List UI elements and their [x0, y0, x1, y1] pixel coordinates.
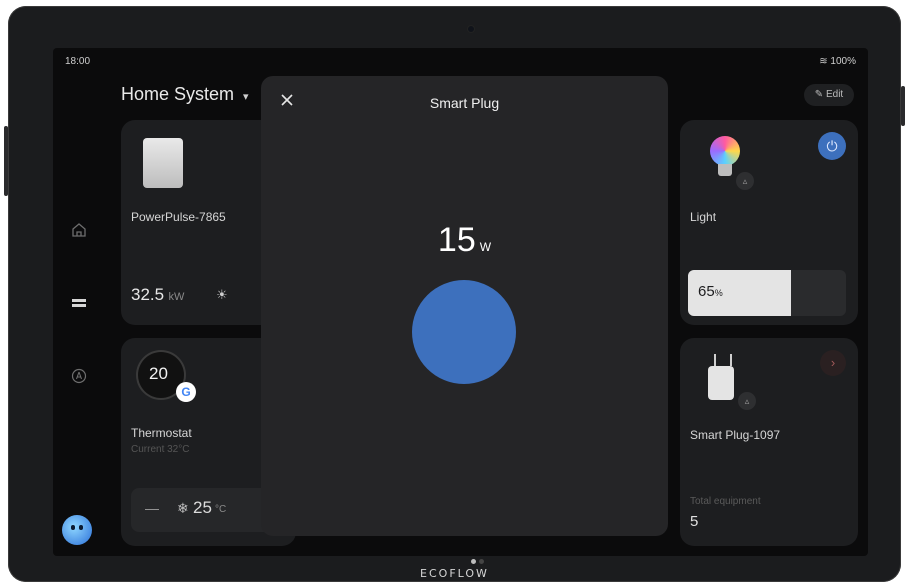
brightness-readout: 65% [698, 283, 723, 300]
total-equipment-value: 5 [690, 513, 699, 530]
powerpulse-power: 32.5 kW [131, 285, 184, 305]
chevron-right-button[interactable]: › [820, 350, 846, 376]
status-bar-right: ≋ 100% [819, 56, 856, 67]
smart-plug-card[interactable]: ▵ › Smart Plug-1097 Total equipment 5 [680, 338, 858, 546]
chevron-down-icon: ▾ [243, 91, 249, 103]
chevron-right-icon: › [830, 355, 836, 370]
modal-title: Smart Plug [429, 95, 500, 111]
power-icon: ⏻ [826, 138, 838, 154]
google-icon: G [176, 382, 196, 402]
battery-percent: 100% [830, 56, 856, 67]
edit-label: Edit [825, 89, 844, 100]
page-title: Home System [121, 84, 235, 104]
pencil-icon: ✎ [814, 89, 824, 100]
plug-image [708, 366, 734, 400]
brand-logo: ECOFLOW [420, 567, 489, 580]
side-button-right [901, 86, 905, 126]
wifi-icon: ≋ [819, 56, 828, 67]
smart-plug-modal: Smart Plug 15 W [261, 76, 668, 536]
brightness-slider[interactable]: 65% [688, 270, 846, 316]
set-temp: 25 [193, 498, 212, 517]
devices-icon[interactable] [71, 295, 87, 311]
thermostat-temp: 20 [149, 364, 168, 383]
home-system-selector[interactable]: Home System ▾ [121, 84, 249, 105]
brightness-unit: % [714, 288, 723, 298]
camera [468, 26, 474, 32]
alexa-icon: ▵ [736, 172, 754, 190]
set-temp-unit: °C [215, 504, 227, 515]
page-dot-active [471, 559, 476, 564]
automation-icon[interactable] [71, 368, 87, 384]
assistant-avatar[interactable] [62, 515, 92, 545]
screen: 18:00 ≋ 100% Home System ▾ ✎ Edit PowerP… [53, 48, 868, 556]
snowflake-icon: ❄ [177, 500, 189, 516]
alexa-icon: ▵ [738, 392, 756, 410]
face-icon [71, 525, 75, 530]
home-icon[interactable] [71, 222, 87, 238]
bulb-base [718, 164, 732, 176]
brightness-value: 65 [698, 283, 715, 300]
smart-plug-name: Smart Plug-1097 [690, 428, 781, 442]
ev-charger-image [143, 138, 183, 188]
total-equipment-label: Total equipment [690, 496, 761, 507]
decrease-button[interactable]: — [145, 500, 159, 516]
plug-prongs [714, 354, 732, 366]
solar-icon: ☀ [216, 287, 228, 302]
face-icon-right [79, 525, 83, 530]
thermostat-current: Current 32°C [131, 444, 190, 455]
thermostat-name: Thermostat [131, 426, 192, 440]
bulb-image [710, 136, 740, 166]
modal-power-unit: W [479, 240, 492, 254]
side-button [4, 126, 8, 196]
light-card[interactable]: ▵ ⏻ Light 65% [680, 120, 858, 325]
page-dot [479, 559, 484, 564]
powerpulse-name: PowerPulse-7865 [131, 210, 226, 224]
power-value: 32.5 [131, 285, 165, 304]
power-toggle-button[interactable]: ⏻ [818, 132, 846, 160]
plug-power-button[interactable] [412, 280, 516, 384]
status-time: 18:00 [65, 56, 91, 67]
modal-power-readout: 15 W [261, 221, 668, 260]
edit-button[interactable]: ✎ Edit [804, 84, 854, 106]
modal-power-value: 15 [437, 221, 476, 259]
power-unit: kW [168, 291, 185, 303]
light-name: Light [690, 210, 717, 224]
tablet-device: 18:00 ≋ 100% Home System ▾ ✎ Edit PowerP… [4, 6, 905, 582]
